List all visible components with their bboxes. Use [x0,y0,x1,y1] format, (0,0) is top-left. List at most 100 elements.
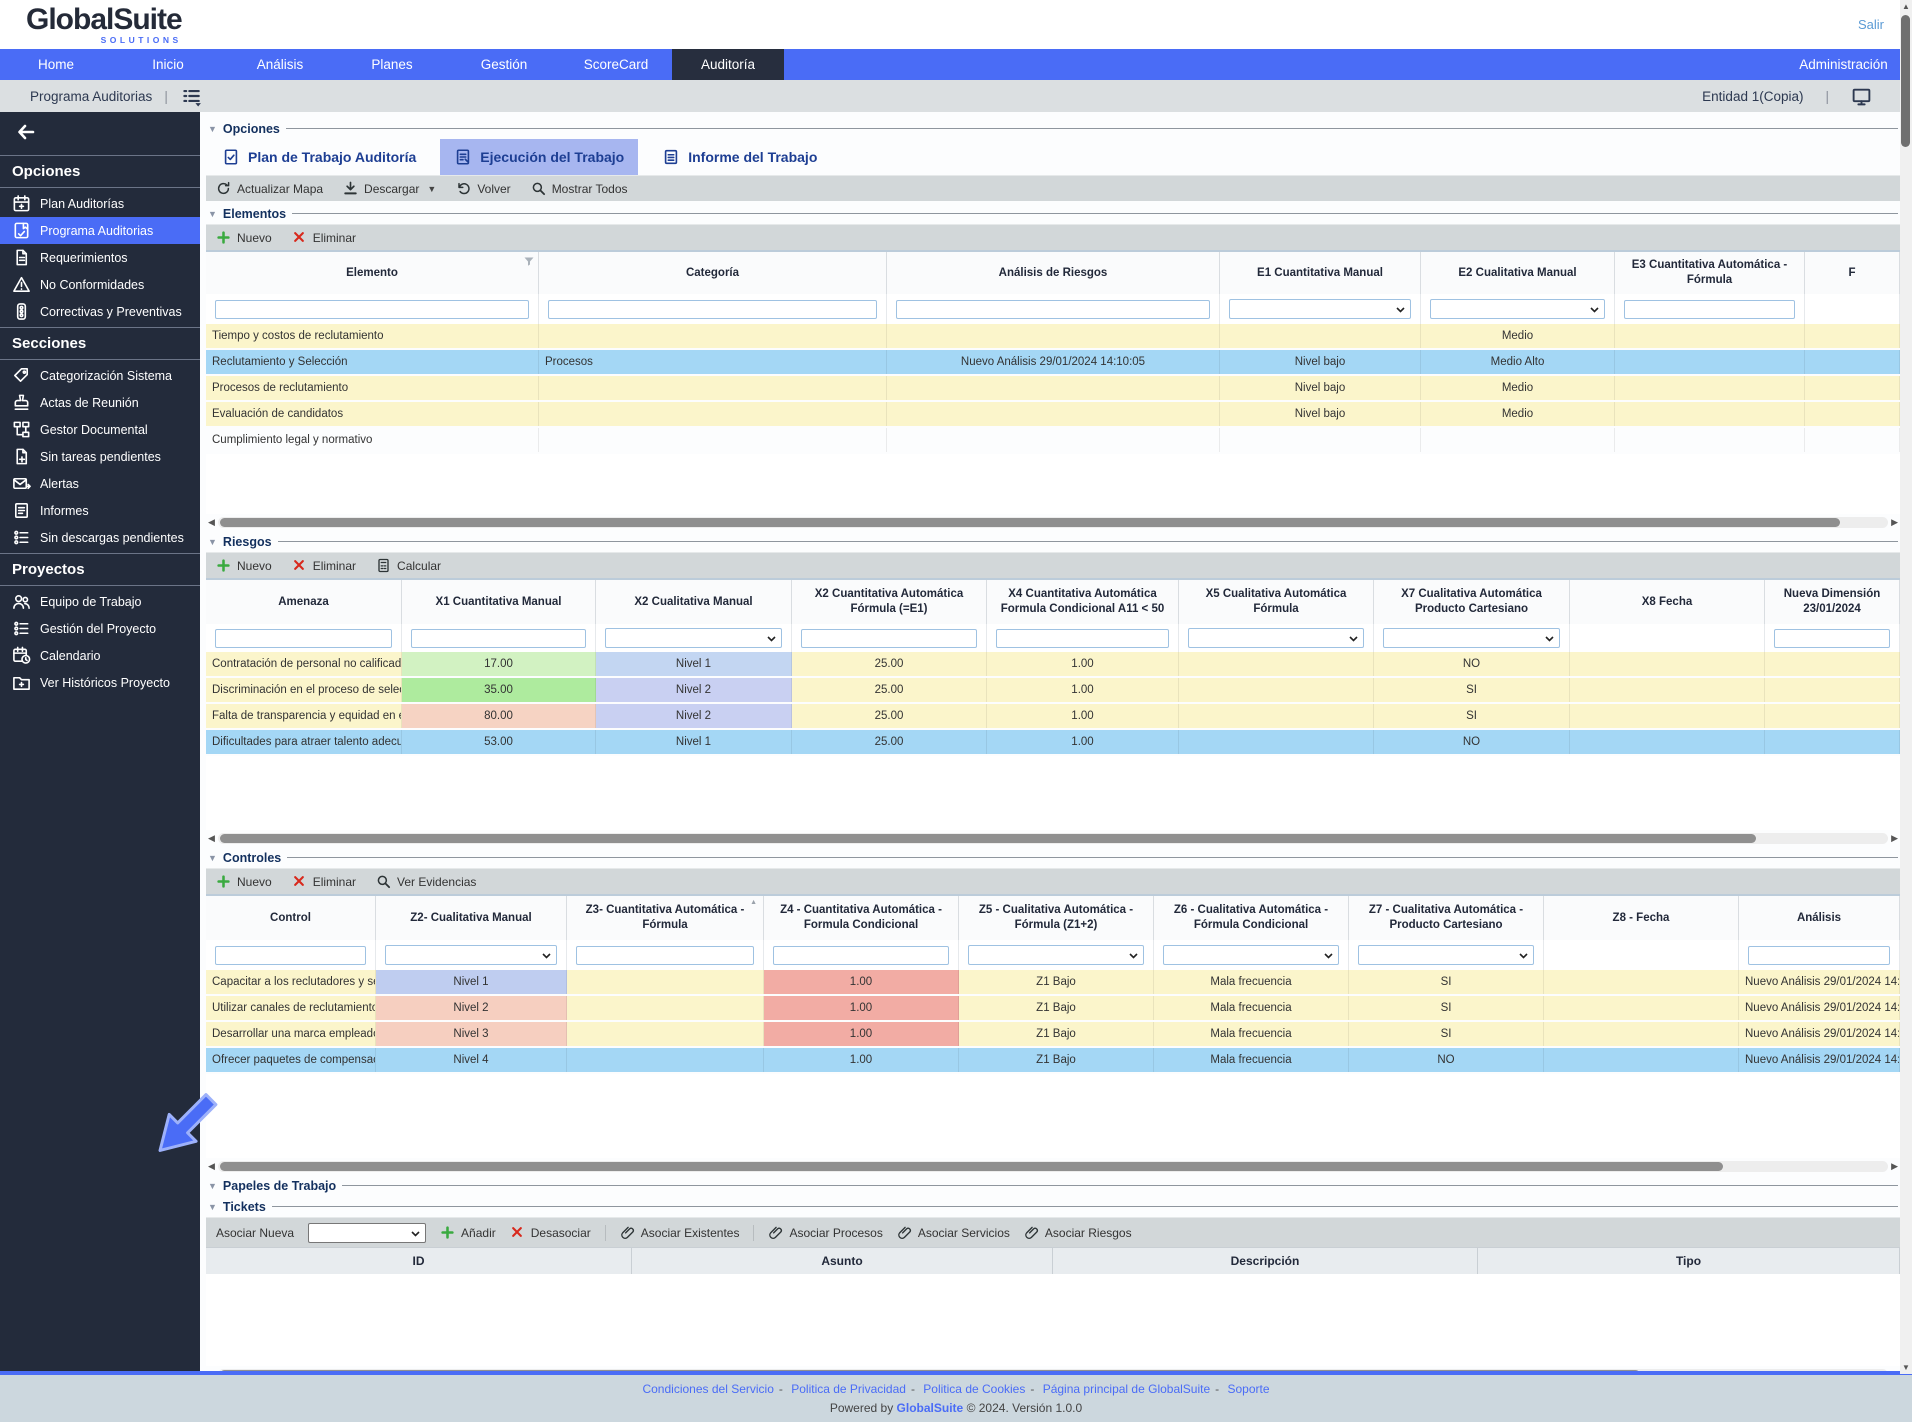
filter-select-z2[interactable] [385,945,557,965]
descargar-button[interactable]: Descargar ▼ [343,181,436,196]
table-row[interactable]: Discriminación en el proceso de selec 35.… [206,678,1900,702]
sidebar-item-informes[interactable]: Informes [0,497,200,524]
nav-item-auditoria[interactable]: Auditoría [672,49,784,80]
table-row-selected[interactable]: Reclutamiento y Selección Procesos Nuevo A… [206,350,1900,374]
table-row[interactable]: Desarrollar una marca empleado Nivel 3 1.0… [206,1022,1900,1046]
filter-funnel-icon[interactable] [524,256,534,271]
filter-select-z5[interactable] [968,945,1144,965]
sidebar-item-programa-auditorias[interactable]: Programa Auditorias [0,217,200,244]
footer-link-cookies[interactable]: Politica de Cookies [923,1382,1025,1396]
filter-select-e2[interactable] [1430,299,1605,319]
nav-item-analisis[interactable]: Análisis [224,49,336,80]
column-header[interactable]: Z2- Cualitativa Manual [376,896,567,940]
asociar-riesgos-button[interactable]: Asociar Riesgos [1024,1225,1132,1240]
footer-link-pagina-principal[interactable]: Página principal de GlobalSuite [1043,1382,1210,1396]
asociar-procesos-button[interactable]: Asociar Procesos [768,1225,883,1240]
column-header[interactable]: Z6 - Cualitativa Automática - Fórmula Co… [1154,896,1349,940]
tickets-hscrollbar[interactable]: ◀ ▶ [208,1368,1898,1371]
riesgos-eliminar-button[interactable]: Eliminar [292,558,356,573]
sidebar-item-historicos[interactable]: Ver Históricos Proyecto [0,669,200,696]
nav-item-home[interactable]: Home [0,49,112,80]
filter-input-x1[interactable] [411,628,586,648]
table-row[interactable]: Contratación de personal no calificad 17.… [206,652,1900,676]
sidebar-item-categorizacion[interactable]: Categorización Sistema [0,362,200,389]
scrollbar-thumb[interactable] [219,1370,1640,1371]
scroll-left-icon[interactable]: ◀ [208,518,215,527]
list-menu-icon[interactable] [180,85,202,107]
scrollbar-thumb[interactable] [1901,15,1910,147]
column-header[interactable]: Descripción [1053,1248,1478,1274]
column-header[interactable]: Z5 - Cualitativa Automática - Fórmula (Z… [959,896,1154,940]
column-header[interactable]: Z4 - Cuantitativa Automática - Formula C… [764,896,959,940]
sidebar-item-actas[interactable]: Actas de Reunión [0,389,200,416]
table-row[interactable]: Evaluación de candidatos Nivel bajo Medio [206,402,1900,426]
scroll-up-icon[interactable]: ▲ [1902,2,1910,11]
filter-input-categoria[interactable] [548,299,877,319]
column-header[interactable]: F [1805,252,1900,294]
filter-input-nueva-dimension[interactable] [1774,628,1890,648]
filter-select-e1[interactable] [1229,299,1411,319]
footer-link-privacidad[interactable]: Politica de Privacidad [791,1382,906,1396]
table-row[interactable]: Procesos de reclutamiento Nivel bajo Medio [206,376,1900,400]
asociar-nueva-select[interactable] [308,1222,427,1243]
filter-input-z3[interactable] [576,945,754,965]
sidebar-item-correctivas[interactable]: Correctivas y Preventivas [0,298,200,325]
column-header[interactable]: Análisis de Riesgos [887,252,1220,294]
brand-name[interactable]: GlobalSuite [897,1401,964,1415]
anadir-button[interactable]: Añadir [440,1225,496,1240]
table-row[interactable]: Falta de transparencia y equidad en e 80.… [206,704,1900,728]
collapse-icon[interactable]: ▼ [208,209,217,219]
column-header[interactable]: Nueva Dimensión 23/01/2024 [1765,580,1900,624]
riesgos-hscrollbar[interactable]: ◀ ▶ [208,832,1898,845]
filter-input-x2a[interactable] [801,628,977,648]
scroll-right-icon[interactable]: ▶ [1891,834,1898,843]
logout-link[interactable]: Salir [1858,17,1884,32]
scroll-left-icon[interactable]: ◀ [208,1162,215,1171]
filter-input-analisis[interactable] [896,299,1210,319]
column-header[interactable]: X5 Cualitativa Automática Fórmula [1179,580,1374,624]
sidebar-item-no-conformidades[interactable]: No Conformidades [0,271,200,298]
nav-item-planes[interactable]: Planes [336,49,448,80]
filter-select-z6[interactable] [1163,945,1339,965]
elementos-hscrollbar[interactable]: ◀ ▶ [208,516,1898,529]
column-header[interactable]: Amenaza [206,580,402,624]
nav-item-inicio[interactable]: Inicio [112,49,224,80]
table-row[interactable]: Utilizar canales de reclutamiento Nivel 2… [206,996,1900,1020]
asociar-servicios-button[interactable]: Asociar Servicios [897,1225,1010,1240]
sidebar-item-sin-descargas[interactable]: Sin descargas pendientes [0,524,200,551]
filter-select-x2[interactable] [605,628,782,648]
collapse-icon[interactable]: ▼ [208,124,217,134]
filter-input-e3[interactable] [1624,299,1795,319]
filter-input-amenaza[interactable] [215,628,392,648]
tab-plan-de-trabajo[interactable]: Plan de Trabajo Auditoría [208,139,430,175]
scrollbar-thumb[interactable] [219,834,1757,843]
column-header[interactable]: Análisis [1739,896,1900,940]
elementos-nuevo-button[interactable]: Nuevo [216,230,272,245]
collapse-icon[interactable]: ▼ [208,1181,217,1191]
collapse-icon[interactable]: ▼ [208,1202,217,1212]
sidebar-item-alertas[interactable]: Alertas [0,470,200,497]
table-row[interactable]: Tiempo y costos de reclutamiento Medio [206,324,1900,348]
table-row-selected[interactable]: Dificultades para atraer talento adecu 53… [206,730,1900,754]
column-header[interactable]: Elemento [206,252,539,294]
filter-select-x5[interactable] [1188,628,1364,648]
ver-evidencias-button[interactable]: Ver Evidencias [376,874,476,889]
controles-hscrollbar[interactable]: ◀ ▶ [208,1160,1898,1173]
collapse-icon[interactable]: ▼ [208,853,217,863]
filter-input-elemento[interactable] [215,299,529,319]
asociar-existentes-button[interactable]: Asociar Existentes [620,1225,739,1240]
table-row[interactable]: Cumplimiento legal y normativo [206,428,1900,452]
tab-ejecucion-del-trabajo[interactable]: Ejecución del Trabajo [440,139,639,175]
filter-input-z4[interactable] [773,945,949,965]
desasociar-button[interactable]: Desasociar [510,1225,591,1240]
column-header[interactable]: Z7 - Cualitativa Automática - Producto C… [1349,896,1544,940]
sidebar-item-plan-auditorias[interactable]: Plan Auditorías [0,190,200,217]
filter-input-analisis[interactable] [1748,945,1890,965]
scroll-right-icon[interactable]: ▶ [1891,1162,1898,1171]
monitor-icon[interactable] [1851,86,1872,107]
footer-link-soporte[interactable]: Soporte [1228,1382,1270,1396]
scroll-down-icon[interactable]: ▼ [1902,1363,1910,1372]
column-header[interactable]: X4 Cuantitativa Automática Formula Condi… [987,580,1179,624]
sidebar-item-gestor-documental[interactable]: Gestor Documental [0,416,200,443]
column-header[interactable]: X2 Cualitativa Manual [596,580,792,624]
